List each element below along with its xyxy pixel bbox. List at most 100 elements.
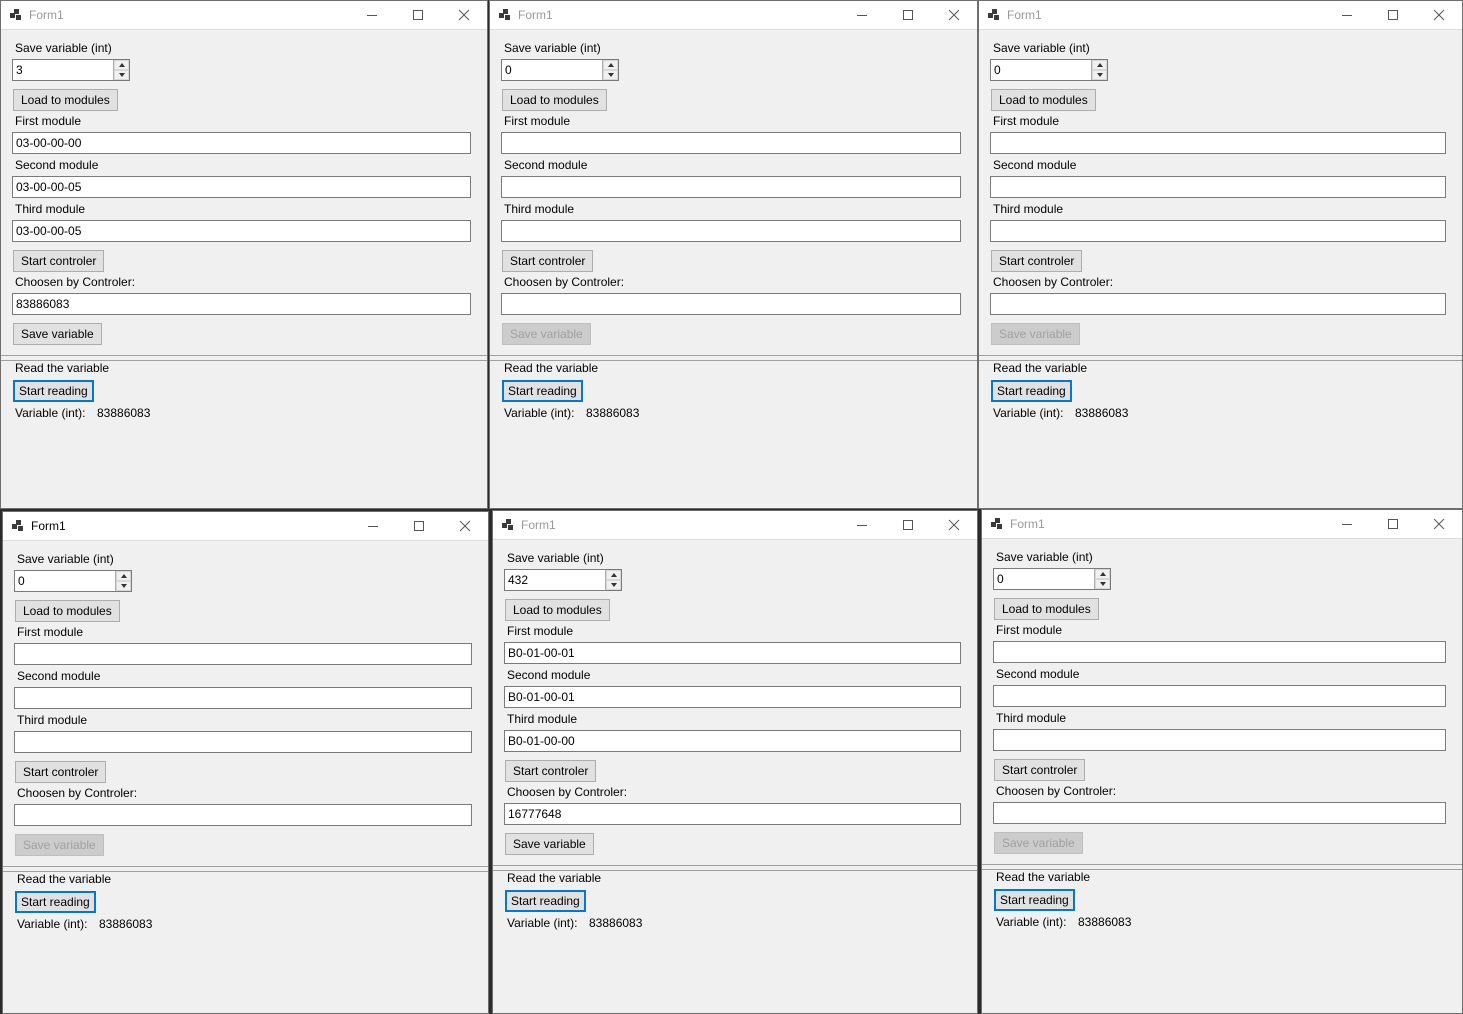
start-controler-button[interactable]: Start controler: [13, 250, 105, 272]
first-module-field[interactable]: [990, 132, 1446, 154]
title-bar[interactable]: Form1: [490, 1, 977, 29]
spin-down-icon[interactable]: [114, 70, 129, 80]
spin-up-icon[interactable]: [606, 570, 621, 580]
spin-down-icon[interactable]: [1095, 579, 1110, 589]
save-variable-numeric-input[interactable]: 0: [501, 59, 619, 81]
save-variable-value[interactable]: 0: [997, 572, 1004, 586]
second-module-field[interactable]: [14, 687, 472, 709]
start-reading-button[interactable]: Start reading: [994, 889, 1075, 911]
first-module-label: First module: [996, 623, 1063, 637]
spin-up-icon[interactable]: [114, 60, 129, 70]
spin-down-icon[interactable]: [606, 580, 621, 590]
minimize-button[interactable]: [839, 1, 885, 29]
spin-up-icon[interactable]: [1092, 60, 1107, 70]
start-reading-button[interactable]: Start reading: [13, 380, 94, 402]
title-bar[interactable]: Form1: [982, 510, 1462, 538]
start-controler-button[interactable]: Start controler: [502, 250, 594, 272]
choosen-by-controler-field[interactable]: [990, 293, 1446, 315]
start-controler-button[interactable]: Start controler: [994, 759, 1086, 781]
close-button[interactable]: [931, 1, 977, 29]
save-variable-value[interactable]: 432: [508, 573, 528, 587]
title-bar[interactable]: Form1: [493, 511, 977, 539]
load-to-modules-button[interactable]: Load to modules: [502, 89, 607, 111]
load-to-modules-button[interactable]: Load to modules: [15, 600, 120, 622]
start-reading-button[interactable]: Start reading: [991, 380, 1072, 402]
first-module-field[interactable]: [14, 643, 472, 665]
spin-down-icon[interactable]: [116, 581, 131, 591]
second-module-field[interactable]: [501, 176, 961, 198]
start-controler-button[interactable]: Start controler: [15, 761, 107, 783]
minimize-button[interactable]: [349, 1, 395, 29]
save-variable-value[interactable]: 0: [994, 63, 1001, 77]
close-button[interactable]: [1416, 1, 1462, 29]
spin-up-icon[interactable]: [603, 60, 618, 70]
minimize-button[interactable]: [1324, 510, 1370, 538]
first-module-field[interactable]: [993, 641, 1446, 663]
third-module-field[interactable]: [501, 220, 961, 242]
save-variable-value[interactable]: 0: [18, 574, 25, 588]
close-button[interactable]: [931, 511, 977, 539]
title-bar[interactable]: Form1: [3, 512, 488, 540]
maximize-button[interactable]: [395, 1, 441, 29]
save-variable-button[interactable]: Save variable: [505, 833, 594, 855]
third-module-field[interactable]: [993, 729, 1446, 751]
first-module-field[interactable]: B0-01-00-01: [504, 642, 961, 664]
second-module-field[interactable]: [993, 685, 1446, 707]
maximize-button[interactable]: [885, 1, 931, 29]
second-module-field[interactable]: B0-01-00-01: [504, 686, 961, 708]
load-to-modules-button[interactable]: Load to modules: [994, 598, 1099, 620]
maximize-button[interactable]: [1370, 1, 1416, 29]
third-module-label: Third module: [15, 202, 86, 216]
load-to-modules-button[interactable]: Load to modules: [13, 89, 118, 111]
second-module-field[interactable]: 03-00-00-05: [12, 176, 471, 198]
choosen-by-controler-field[interactable]: [14, 804, 472, 826]
spin-down-icon[interactable]: [603, 70, 618, 80]
second-module-field[interactable]: [990, 176, 1446, 198]
save-variable-value[interactable]: 0: [505, 63, 512, 77]
maximize-icon: [1388, 10, 1398, 20]
choosen-by-controler-field[interactable]: [501, 293, 961, 315]
load-to-modules-button[interactable]: Load to modules: [991, 89, 1096, 111]
spin-up-icon[interactable]: [116, 571, 131, 581]
third-module-field[interactable]: 03-00-00-05: [12, 220, 471, 242]
maximize-button[interactable]: [885, 511, 931, 539]
choosen-by-controler-field[interactable]: 83886083: [12, 293, 471, 315]
close-button[interactable]: [442, 512, 488, 540]
choosen-by-controler-field[interactable]: 16777648: [504, 803, 961, 825]
first-module-label: First module: [17, 625, 84, 639]
save-variable-value[interactable]: 3: [16, 63, 23, 77]
minimize-button[interactable]: [350, 512, 396, 540]
save-variable-numeric-input[interactable]: 0: [993, 568, 1111, 590]
save-variable-button: Save variable: [994, 832, 1083, 854]
first-module-field[interactable]: 03-00-00-00: [12, 132, 471, 154]
save-variable-numeric-input[interactable]: 3: [12, 59, 130, 81]
close-button[interactable]: [441, 1, 487, 29]
start-reading-button[interactable]: Start reading: [502, 380, 583, 402]
save-variable-numeric-input[interactable]: 0: [14, 570, 132, 592]
first-module-field[interactable]: [501, 132, 961, 154]
start-controler-button[interactable]: Start controler: [991, 250, 1083, 272]
start-controler-button[interactable]: Start controler: [505, 760, 597, 782]
third-module-field[interactable]: [14, 731, 472, 753]
choosen-by-controler-field[interactable]: [993, 802, 1446, 824]
title-bar[interactable]: Form1: [1, 1, 487, 29]
spin-up-icon[interactable]: [1095, 569, 1110, 579]
window-title: Form1: [1010, 517, 1045, 531]
save-variable-numeric-input[interactable]: 0: [990, 59, 1108, 81]
third-module-label: Third module: [507, 712, 578, 726]
start-reading-button[interactable]: Start reading: [505, 890, 586, 912]
minimize-button[interactable]: [839, 511, 885, 539]
close-button[interactable]: [1416, 510, 1462, 538]
load-to-modules-button[interactable]: Load to modules: [505, 599, 610, 621]
save-variable-numeric-input[interactable]: 432: [504, 569, 622, 591]
read-variable-label: Read the variable: [15, 361, 110, 375]
title-bar[interactable]: Form1: [979, 1, 1462, 29]
start-reading-button[interactable]: Start reading: [15, 891, 96, 913]
maximize-button[interactable]: [396, 512, 442, 540]
third-module-field[interactable]: B0-01-00-00: [504, 730, 961, 752]
save-variable-button[interactable]: Save variable: [13, 323, 102, 345]
minimize-button[interactable]: [1324, 1, 1370, 29]
spin-down-icon[interactable]: [1092, 70, 1107, 80]
third-module-field[interactable]: [990, 220, 1446, 242]
maximize-button[interactable]: [1370, 510, 1416, 538]
